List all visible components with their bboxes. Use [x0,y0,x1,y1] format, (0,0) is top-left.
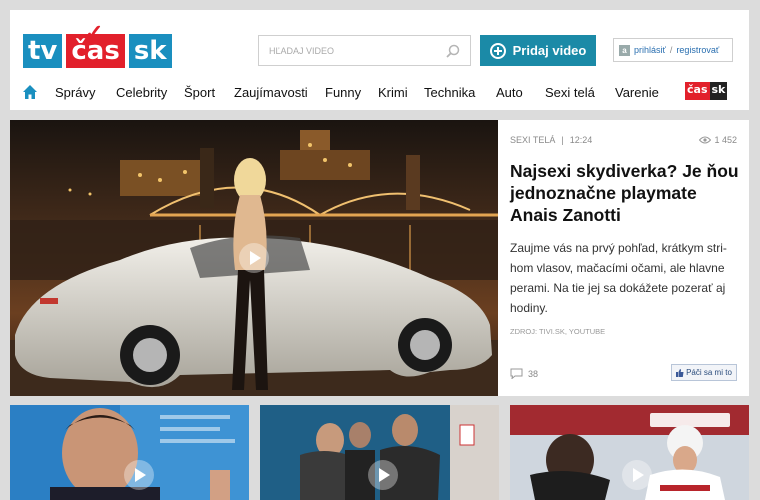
article-excerpt: Zaujme vás na prvý pohľad, krátkym stri­… [510,241,727,315]
login-separator: / [669,45,673,55]
featured-article-card: SEXI TELÁ | 12:24 1 452 Najsexi skydiverka… [498,120,749,396]
add-video-button[interactable]: Pridaj video [480,35,596,66]
like-icon [676,368,684,377]
article-duration: 12:24 [569,135,593,145]
like-label: Páči sa mi to [686,368,732,377]
add-video-label: Pridaj video [512,43,587,58]
play-icon[interactable] [368,460,398,490]
site-header: tv čas ✓ sk Pridaj video a prihlásiť / r… [10,10,749,110]
play-icon[interactable] [622,460,652,490]
login-icon: a [619,44,630,56]
nav-item-varenie[interactable]: Varenie [615,85,659,100]
nav-item-technika[interactable]: Technika [424,85,475,100]
video-thumbnail[interactable] [260,405,499,500]
nav-brand-sk: sk [709,82,728,100]
logo-tv: tv [23,34,63,68]
logo-sk: sk [128,34,172,68]
article-headline[interactable]: Najsexi skydiverka? Je ňou jednoznačne p… [510,160,740,226]
home-icon[interactable] [22,84,38,100]
nav-item-spravy[interactable]: Správy [55,85,95,100]
meta-separator: | [561,135,564,145]
featured-video-thumbnail[interactable] [10,120,498,396]
logo-check-icon: ✓ [85,20,104,45]
like-button[interactable]: Páči sa mi to [671,364,737,381]
plus-icon [489,42,506,59]
video-thumbnail[interactable] [510,405,749,500]
register-link[interactable]: registrovať [676,45,719,55]
nav-item-krimi[interactable]: Krimi [378,85,408,100]
login-link[interactable]: prihlásiť [634,45,666,55]
nav-brand-cas: čas [685,82,710,100]
video-thumbnail[interactable] [10,405,249,500]
main-nav: Správy Celebrity Šport Zaujímavosti Funn… [10,82,749,106]
eye-icon [699,136,712,144]
search-box [258,35,471,66]
search-icon[interactable] [446,44,460,58]
comment-count-value: 38 [528,368,539,379]
nav-item-celebrity[interactable]: Celebrity [116,85,167,100]
view-count-value: 1 452 [714,135,737,145]
nav-item-zaujimavosti[interactable]: Zaujímavosti [234,85,308,100]
article-meta: SEXI TELÁ | 12:24 [510,135,592,145]
search-input[interactable] [269,45,439,56]
play-icon[interactable] [239,243,269,273]
nav-item-sexi-tela[interactable]: Sexi telá [545,85,595,100]
comment-icon [510,368,523,379]
article-category[interactable]: SEXI TELÁ [510,135,555,145]
login-box: a prihlásiť / registrovať [613,38,733,62]
nav-item-auto[interactable]: Auto [496,85,523,100]
play-icon[interactable] [124,460,154,490]
comment-count[interactable]: 38 [510,368,538,379]
nav-item-funny[interactable]: Funny [325,85,361,100]
article-source: ZDROJ: TIVI.SK, YOUTUBE [510,327,606,336]
nav-item-sport[interactable]: Šport [184,85,215,100]
nav-brand-logo[interactable]: čas sk [685,82,728,100]
view-count: 1 452 [699,135,737,145]
site-logo[interactable]: tv čas ✓ sk [23,20,172,68]
